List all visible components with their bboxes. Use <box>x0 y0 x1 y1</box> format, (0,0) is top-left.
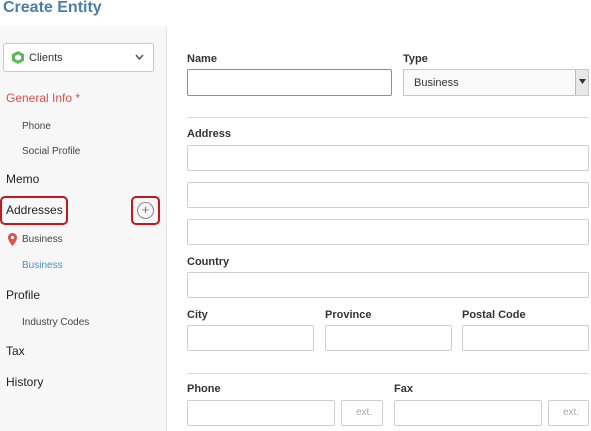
phone-input[interactable] <box>187 400 335 426</box>
section-divider <box>187 373 589 374</box>
sidebar-item-profile[interactable]: Profile <box>6 288 40 302</box>
sidebar-item-social-profile[interactable]: Social Profile <box>22 146 80 157</box>
phone-label: Phone <box>187 383 221 395</box>
type-select[interactable]: Business <box>403 69 589 96</box>
map-pin-icon <box>8 233 17 246</box>
type-select-button[interactable] <box>575 70 588 95</box>
selector-label: Clients <box>29 52 63 64</box>
sidebar-item-memo[interactable]: Memo <box>6 172 39 186</box>
sidebar-item-tax[interactable]: Tax <box>6 344 25 358</box>
city-label: City <box>187 309 208 321</box>
page-title: Create Entity <box>3 0 102 16</box>
chevron-down-icon <box>579 79 586 84</box>
city-input[interactable] <box>187 325 314 351</box>
province-label: Province <box>325 309 372 321</box>
sidebar-item-industry-codes[interactable]: Industry Codes <box>22 317 89 328</box>
sidebar-item-address-business-pin[interactable]: Business <box>22 234 63 245</box>
name-label: Name <box>187 53 217 65</box>
entity-type-selector[interactable]: Clients <box>3 43 154 72</box>
address-line-2-input[interactable] <box>187 182 589 208</box>
hexagon-icon <box>12 51 24 64</box>
province-input[interactable] <box>325 325 452 351</box>
address-label: Address <box>187 128 232 140</box>
sidebar-item-general-info[interactable]: General Info * <box>6 91 80 105</box>
type-select-value: Business <box>414 77 459 89</box>
postal-code-label: Postal Code <box>462 309 526 321</box>
address-line-3-input[interactable] <box>187 219 589 245</box>
name-input[interactable] <box>187 69 392 96</box>
type-label: Type <box>403 53 428 65</box>
sidebar-item-history[interactable]: History <box>6 375 43 389</box>
fax-input[interactable] <box>394 400 542 426</box>
sidebar-item-phone[interactable]: Phone <box>22 121 51 132</box>
required-mark: * <box>75 91 81 105</box>
general-info-label: General Info <box>6 91 73 105</box>
country-label: Country <box>187 256 230 268</box>
plus-circle-icon[interactable]: + <box>137 202 154 219</box>
sidebar <box>0 26 167 431</box>
address-line-1-input[interactable] <box>187 145 589 171</box>
chevron-down-icon <box>135 54 144 60</box>
fax-label: Fax <box>394 383 413 395</box>
postal-code-input[interactable] <box>462 325 589 351</box>
sidebar-item-address-business[interactable]: Business <box>22 260 63 271</box>
sidebar-item-addresses[interactable]: Addresses <box>6 203 63 217</box>
phone-ext-input[interactable]: ext. <box>341 400 383 426</box>
section-divider <box>187 117 589 118</box>
country-input[interactable] <box>187 272 589 298</box>
fax-ext-input[interactable]: ext. <box>548 400 589 426</box>
